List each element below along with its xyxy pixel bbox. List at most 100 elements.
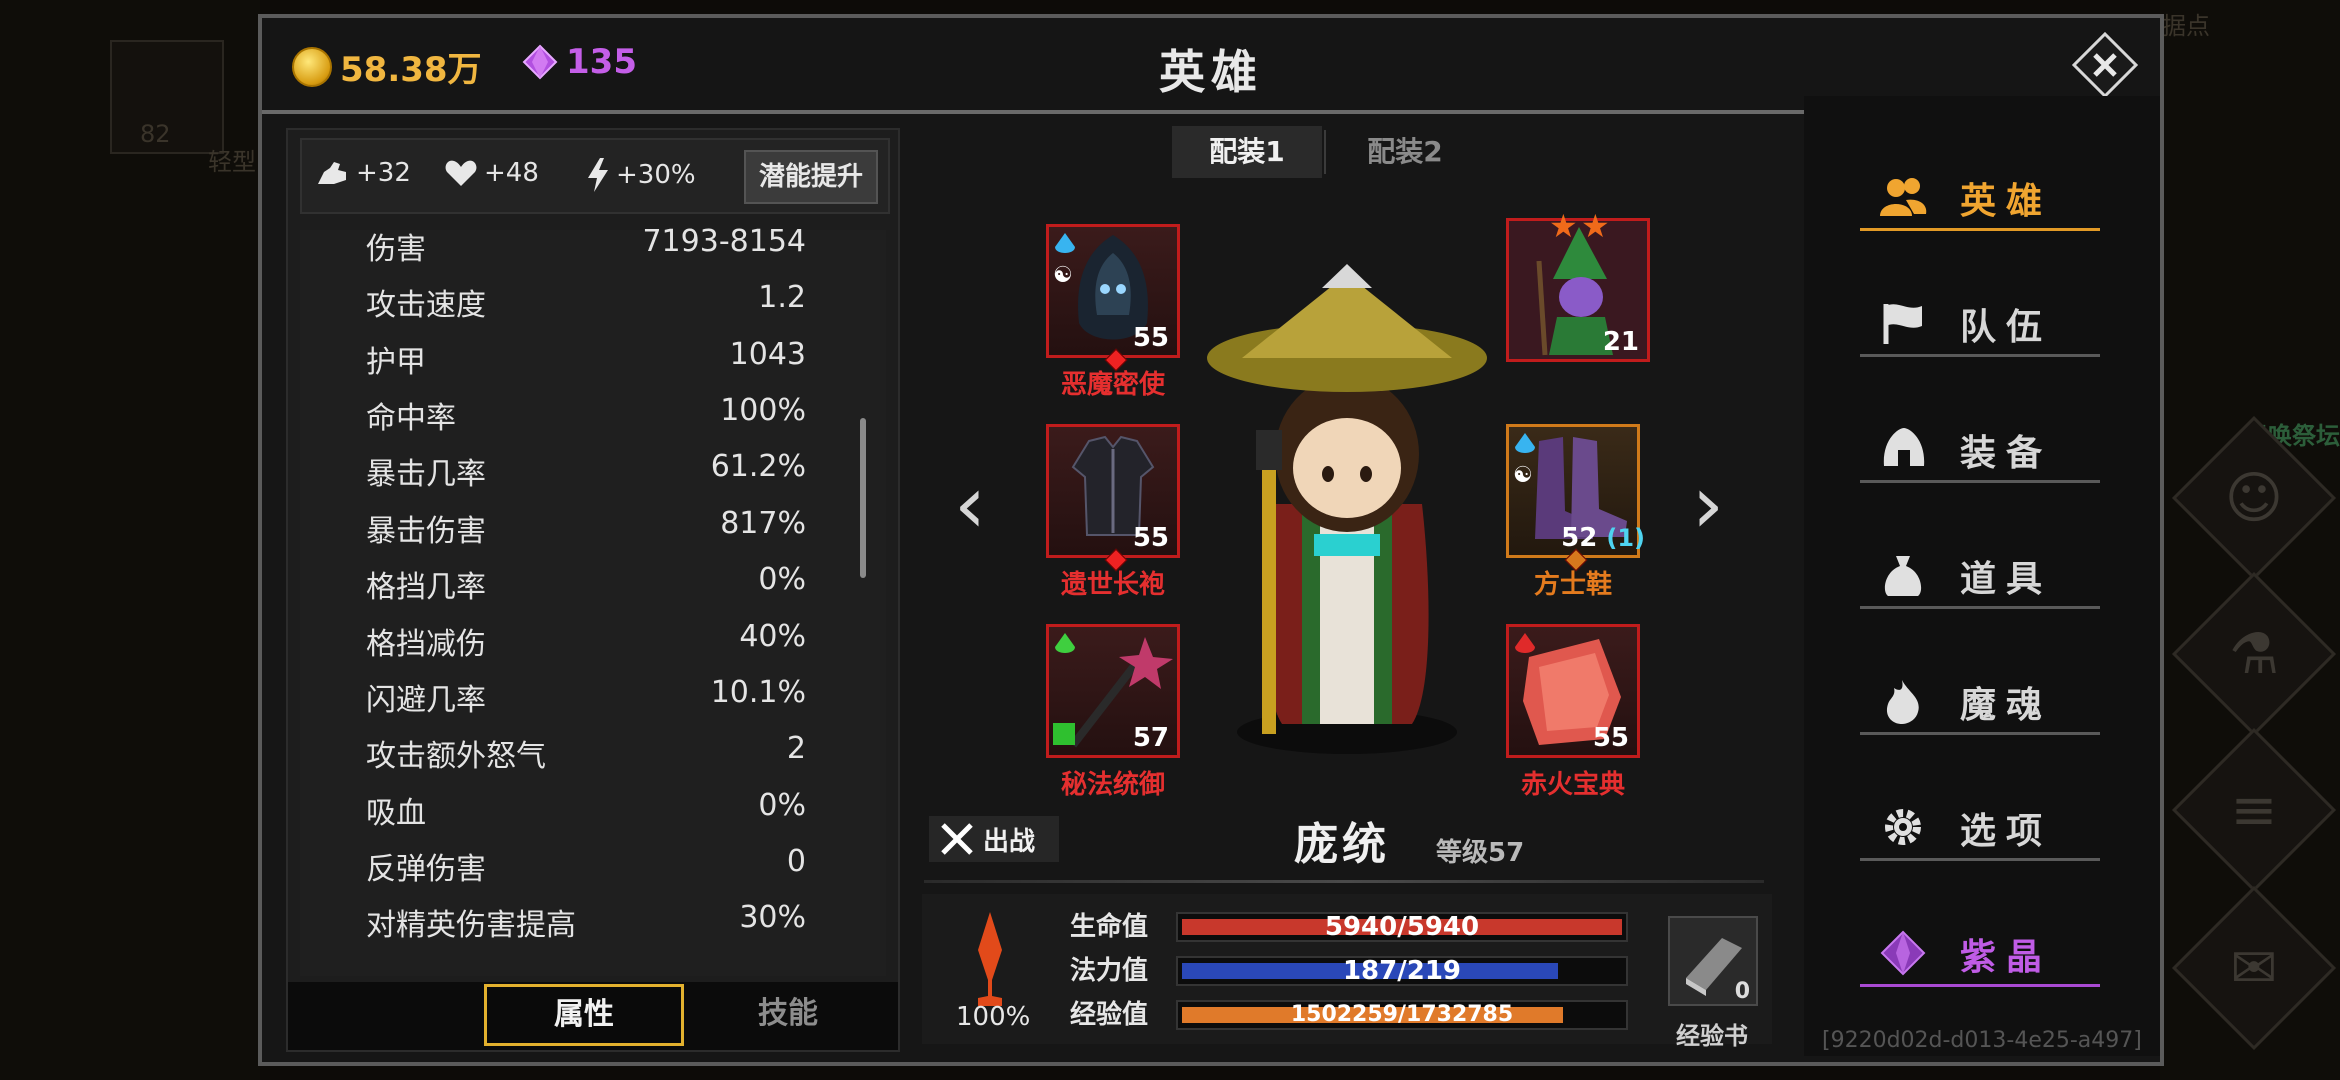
exp-bar: 1502259/1732785	[1176, 1000, 1628, 1030]
boots-level: 52 (1)	[1561, 523, 1645, 553]
hp-label: 生命值	[1070, 912, 1149, 942]
deploy-button[interactable]: 出战	[929, 816, 1059, 862]
robe-level: 55	[1132, 523, 1169, 553]
exp-book-count: 0	[1734, 979, 1750, 1004]
stat-label: 护甲	[366, 345, 426, 380]
flame-icon	[1886, 680, 1919, 724]
green-gem-icon	[1055, 633, 1075, 653]
loadout-tabs: 配装1 配装2	[1172, 126, 1482, 178]
stat-value: 100%	[720, 393, 806, 428]
skill-book-icon	[1053, 723, 1075, 745]
previous-hero-arrow[interactable]: ‹	[954, 458, 986, 551]
amethyst-icon	[1880, 930, 1926, 976]
red-gem-icon	[1515, 633, 1535, 653]
exp-book-button[interactable]: 0	[1668, 916, 1758, 1006]
side-menu: 英雄 队伍 装备 道具 魔魂 选项 紫晶	[1804, 96, 2160, 1056]
menu-label: 装备	[1960, 433, 2053, 474]
robe-name: 遗世长袍	[1060, 570, 1165, 600]
health-bonus: +48	[444, 158, 539, 188]
build-id: [9220d02d-d013-4e25-a497]	[1822, 1028, 2142, 1053]
book-slot[interactable]: 55	[1506, 624, 1640, 758]
helmet-slot[interactable]: ☯ 55	[1046, 224, 1180, 358]
weapon-slot[interactable]: 57	[1046, 624, 1180, 758]
heart-icon	[445, 160, 477, 186]
stat-value: 61.2%	[710, 449, 806, 484]
stat-label: 暴击伤害	[366, 514, 486, 549]
hero-figure	[1207, 264, 1487, 754]
armor-slot[interactable]: 55	[1046, 424, 1180, 558]
hp-text: 5940/5940	[1324, 912, 1480, 942]
stat-row: 命中率 100%	[366, 383, 806, 439]
pet-level: 21	[1602, 327, 1639, 357]
stat-value: 10.1%	[710, 675, 806, 710]
book-name: 赤火宝典	[1520, 770, 1625, 800]
power-percent: 100%	[956, 1002, 1031, 1032]
weapon-level: 57	[1132, 723, 1169, 753]
tab-divider	[1324, 130, 1326, 174]
helmet-level: 55	[1132, 323, 1169, 353]
menu-underline	[1860, 984, 2100, 987]
boots-name: 方士鞋	[1533, 570, 1612, 600]
menu-item-team[interactable]: 队伍	[1860, 286, 2100, 357]
tab-loadout-1[interactable]: 配装1	[1172, 126, 1322, 178]
stat-label: 闪避几率	[366, 683, 486, 718]
close-icon	[2071, 31, 2139, 99]
menu-item-equipment[interactable]: 装备	[1860, 412, 2100, 483]
next-hero-arrow[interactable]: ›	[1692, 458, 1724, 551]
stat-list[interactable]: 伤害 7193-8154 攻击速度 1.2 护甲 1043 命中率 100% 暴击几率 6…	[300, 224, 886, 976]
menu-label: 队伍	[1960, 307, 2053, 348]
hero-panel: 58.38万 135 英雄 +32 +48 +30% 潜能提升 伤害 7193-…	[258, 14, 2164, 1066]
stat-value: 0%	[758, 562, 806, 597]
stat-row: 暴击伤害 817%	[366, 496, 806, 552]
divider	[924, 880, 1764, 883]
stat-row: 护甲 1043	[366, 327, 806, 383]
pet-slot[interactable]: ★ ★ 21	[1506, 207, 1650, 362]
stat-value: 40%	[739, 619, 806, 654]
exp-label: 经验值	[1070, 1000, 1149, 1030]
close-button[interactable]	[2071, 31, 2139, 99]
tab-attributes[interactable]: 属性	[484, 984, 684, 1046]
lightning-icon	[588, 158, 608, 192]
stat-row: 格挡几率 0%	[366, 552, 806, 608]
helmet-name: 恶魔密使	[1060, 370, 1165, 400]
menu-item-options[interactable]: 选项	[1860, 790, 2100, 861]
background-top-label: 据点	[2162, 12, 2210, 40]
stat-value: 817%	[720, 506, 806, 541]
menu-item-items[interactable]: 道具	[1860, 538, 2100, 609]
tab-skills[interactable]: 技能	[708, 984, 868, 1046]
potential-boost-button[interactable]: 潜能提升	[744, 150, 878, 204]
deploy-label: 出战	[983, 826, 1036, 857]
menu-item-amethyst[interactable]: 紫晶	[1860, 916, 2100, 987]
stat-label: 攻击额外怒气	[366, 739, 546, 774]
strength-icon	[318, 162, 346, 184]
stat-value: 0%	[758, 788, 806, 823]
weapon-name: 秘法统御	[1060, 770, 1165, 800]
menu-underline	[1860, 732, 2100, 735]
tab-loadout-2[interactable]: 配装2	[1330, 126, 1480, 178]
menu-item-souls[interactable]: 魔魂	[1860, 664, 2100, 735]
stat-label: 吸血	[366, 796, 426, 831]
menu-underline	[1860, 858, 2100, 861]
stat-label: 攻击速度	[366, 288, 486, 323]
stat-row: 暴击几率 61.2%	[366, 439, 806, 495]
page-title: 英雄	[1159, 45, 1263, 99]
hero-name: 庞统	[1294, 819, 1390, 870]
hp-bar: 5940/5940	[1176, 912, 1628, 942]
blue-gem-icon	[1055, 233, 1075, 253]
stat-row: 反弹伤害 0	[366, 834, 806, 890]
strength-bonus: +32	[316, 158, 411, 188]
stat-row: 吸血 0%	[366, 778, 806, 834]
stat-tabs: 属性 技能	[288, 982, 898, 1050]
power-icon	[978, 912, 1002, 1006]
menu-label: 道具	[1960, 559, 2053, 600]
boots-slot[interactable]: ☯ 52 (1)	[1506, 424, 1645, 558]
exp-book-label: 经验书	[1676, 1022, 1748, 1050]
stat-value: 7193-8154	[642, 224, 806, 259]
star-icon: ★	[1549, 207, 1578, 245]
mp-text: 187/219	[1342, 956, 1462, 986]
health-value: +48	[484, 158, 539, 188]
menu-label: 魔魂	[1960, 685, 2053, 726]
background-label: 轻型	[208, 148, 256, 176]
stat-scrollbar[interactable]	[860, 418, 866, 578]
menu-item-heroes[interactable]: 英雄	[1860, 160, 2100, 231]
